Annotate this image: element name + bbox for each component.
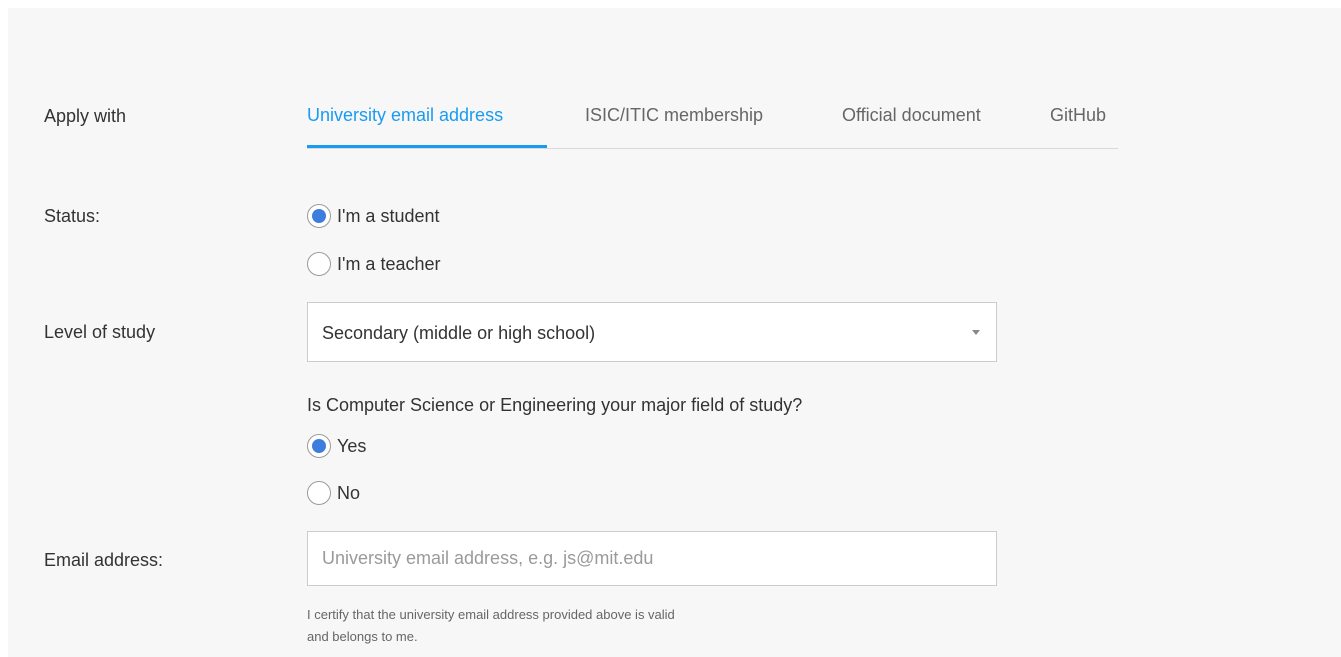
- status-label: Status:: [44, 206, 101, 226]
- certify-note-line1: I certify that the university email addr…: [307, 607, 675, 622]
- level-of-study-value: Secondary (middle or high school): [322, 323, 596, 343]
- email-address-label: Email address:: [44, 550, 164, 570]
- no-option-label: No: [337, 483, 361, 503]
- yes-radio[interactable]: [307, 434, 331, 458]
- no-radio[interactable]: [307, 481, 331, 505]
- status-teacher-option[interactable]: I'm a teacher: [307, 251, 440, 277]
- cs-major-yes-option[interactable]: Yes: [307, 433, 366, 459]
- level-of-study-label: Level of study: [44, 322, 156, 342]
- student-radio[interactable]: [307, 204, 331, 228]
- level-of-study-select[interactable]: Secondary (middle or high school): [307, 302, 997, 362]
- apply-with-label: Apply with: [44, 106, 127, 126]
- tab-isic-itic-membership[interactable]: ISIC/ITIC membership: [585, 104, 763, 126]
- teacher-radio[interactable]: [307, 252, 331, 276]
- tab-github[interactable]: GitHub: [1050, 104, 1106, 126]
- active-tab-indicator: [307, 145, 547, 148]
- apply-method-tabs: University email address ISIC/ITIC membe…: [307, 96, 1118, 149]
- radio-selected-dot: [312, 439, 326, 453]
- teacher-option-label: I'm a teacher: [337, 254, 441, 274]
- cs-major-question: Is Computer Science or Engineering your …: [307, 395, 803, 415]
- certify-note: I certify that the university email addr…: [307, 604, 847, 648]
- tab-university-email[interactable]: University email address: [307, 104, 503, 126]
- status-student-option[interactable]: I'm a student: [307, 203, 440, 229]
- email-input[interactable]: [307, 531, 997, 586]
- tab-official-document[interactable]: Official document: [842, 104, 981, 126]
- cs-major-no-option[interactable]: No: [307, 480, 360, 506]
- chevron-down-icon: [972, 330, 980, 335]
- yes-option-label: Yes: [337, 436, 367, 456]
- student-option-label: I'm a student: [337, 206, 440, 226]
- radio-selected-dot: [312, 209, 326, 223]
- certify-note-line2: and belongs to me.: [307, 629, 418, 644]
